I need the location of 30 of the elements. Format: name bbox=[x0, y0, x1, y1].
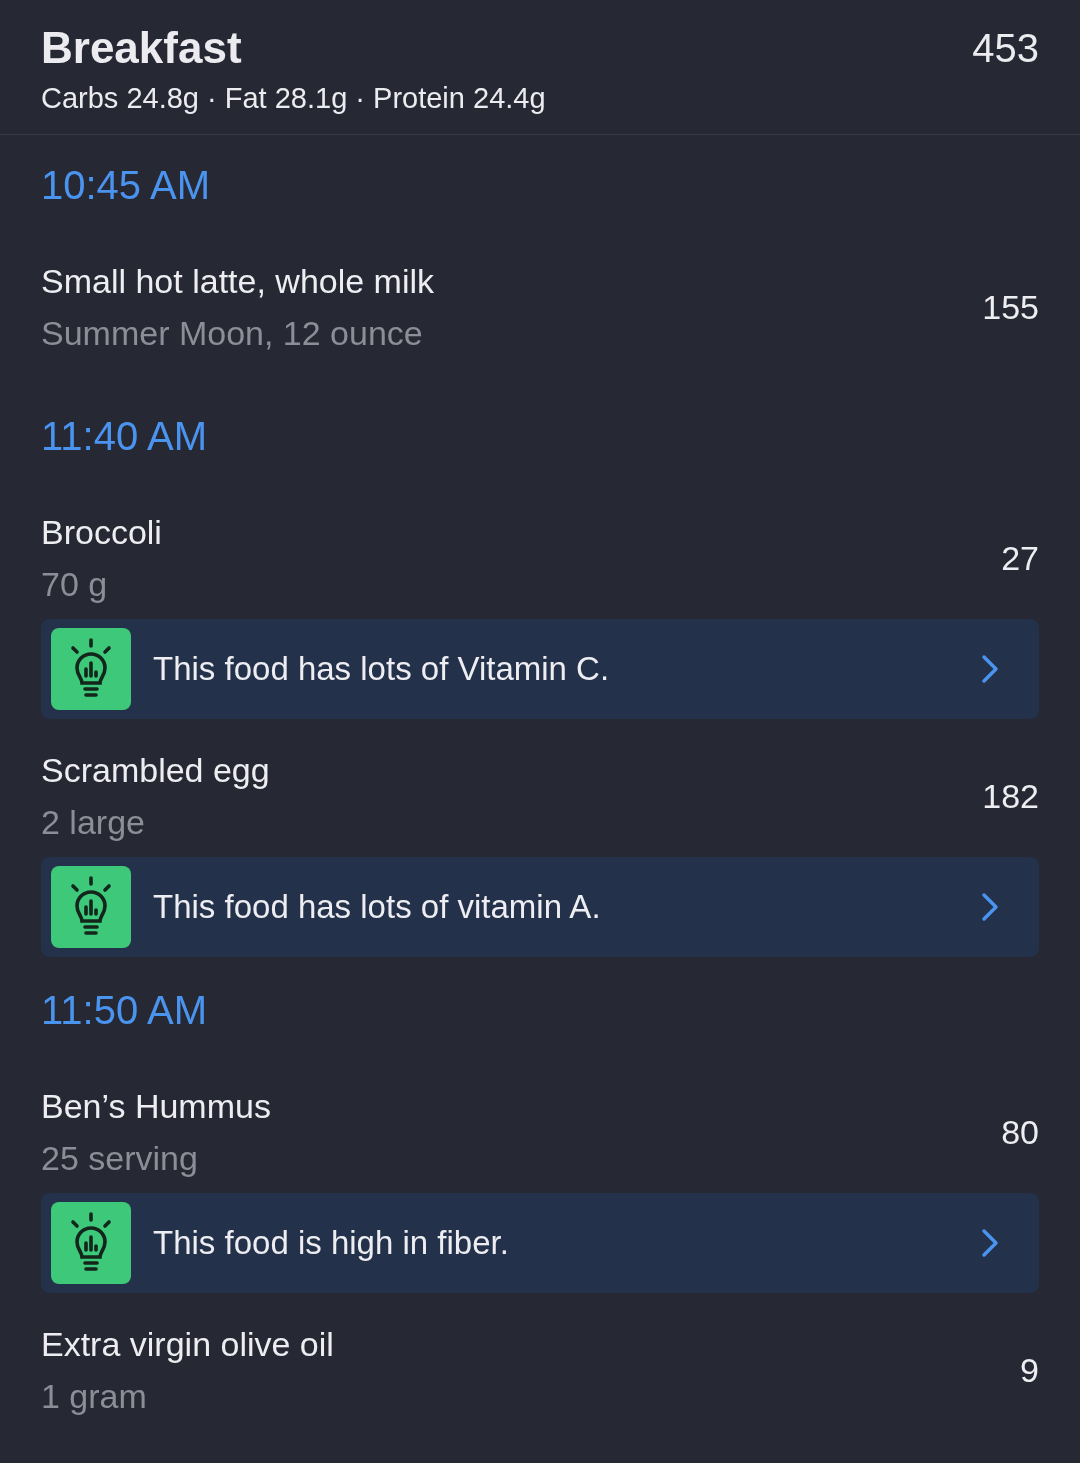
calorie-count: 27 bbox=[1001, 538, 1039, 578]
food-name: Broccoli bbox=[41, 512, 162, 552]
time-label: 11:40 AM bbox=[41, 416, 208, 456]
lightbulb-icon bbox=[51, 1202, 131, 1284]
tip-banner[interactable]: This food has lots of Vitamin C. bbox=[41, 619, 1039, 719]
meal-calories: 453 bbox=[972, 25, 1039, 72]
serving-size: 1 gram bbox=[41, 1376, 147, 1416]
food-name: Small hot latte, whole milk bbox=[41, 261, 435, 301]
chevron-right-icon bbox=[981, 1228, 999, 1258]
serving-size: Summer Moon, 12 ounce bbox=[41, 313, 423, 353]
tip-banner[interactable]: This food is high in fiber. bbox=[41, 1193, 1039, 1293]
time-label: 10:45 AM bbox=[41, 165, 210, 205]
lightbulb-icon bbox=[51, 628, 131, 710]
calorie-count: 155 bbox=[982, 287, 1039, 327]
time-label: 11:50 AM bbox=[41, 990, 208, 1030]
macro-summary: Carbs 24.8g · Fat 28.1g · Protein 24.4g bbox=[41, 81, 546, 116]
chevron-right-icon bbox=[981, 892, 999, 922]
food-name: Ben’s Hummus bbox=[41, 1086, 271, 1126]
serving-size: 2 large bbox=[41, 802, 145, 842]
calorie-count: 182 bbox=[982, 776, 1039, 816]
food-name: Extra virgin olive oil bbox=[41, 1324, 334, 1364]
serving-size: 25 serving bbox=[41, 1138, 198, 1178]
serving-size: 70 g bbox=[41, 564, 108, 604]
food-name: Scrambled egg bbox=[41, 750, 270, 790]
calorie-count: 9 bbox=[1020, 1350, 1039, 1390]
calorie-count: 80 bbox=[1001, 1112, 1039, 1152]
tip-banner[interactable]: This food has lots of vitamin A. bbox=[41, 857, 1039, 957]
meal-title: Breakfast bbox=[41, 24, 243, 72]
chevron-right-icon bbox=[981, 654, 999, 684]
lightbulb-icon bbox=[51, 866, 131, 948]
